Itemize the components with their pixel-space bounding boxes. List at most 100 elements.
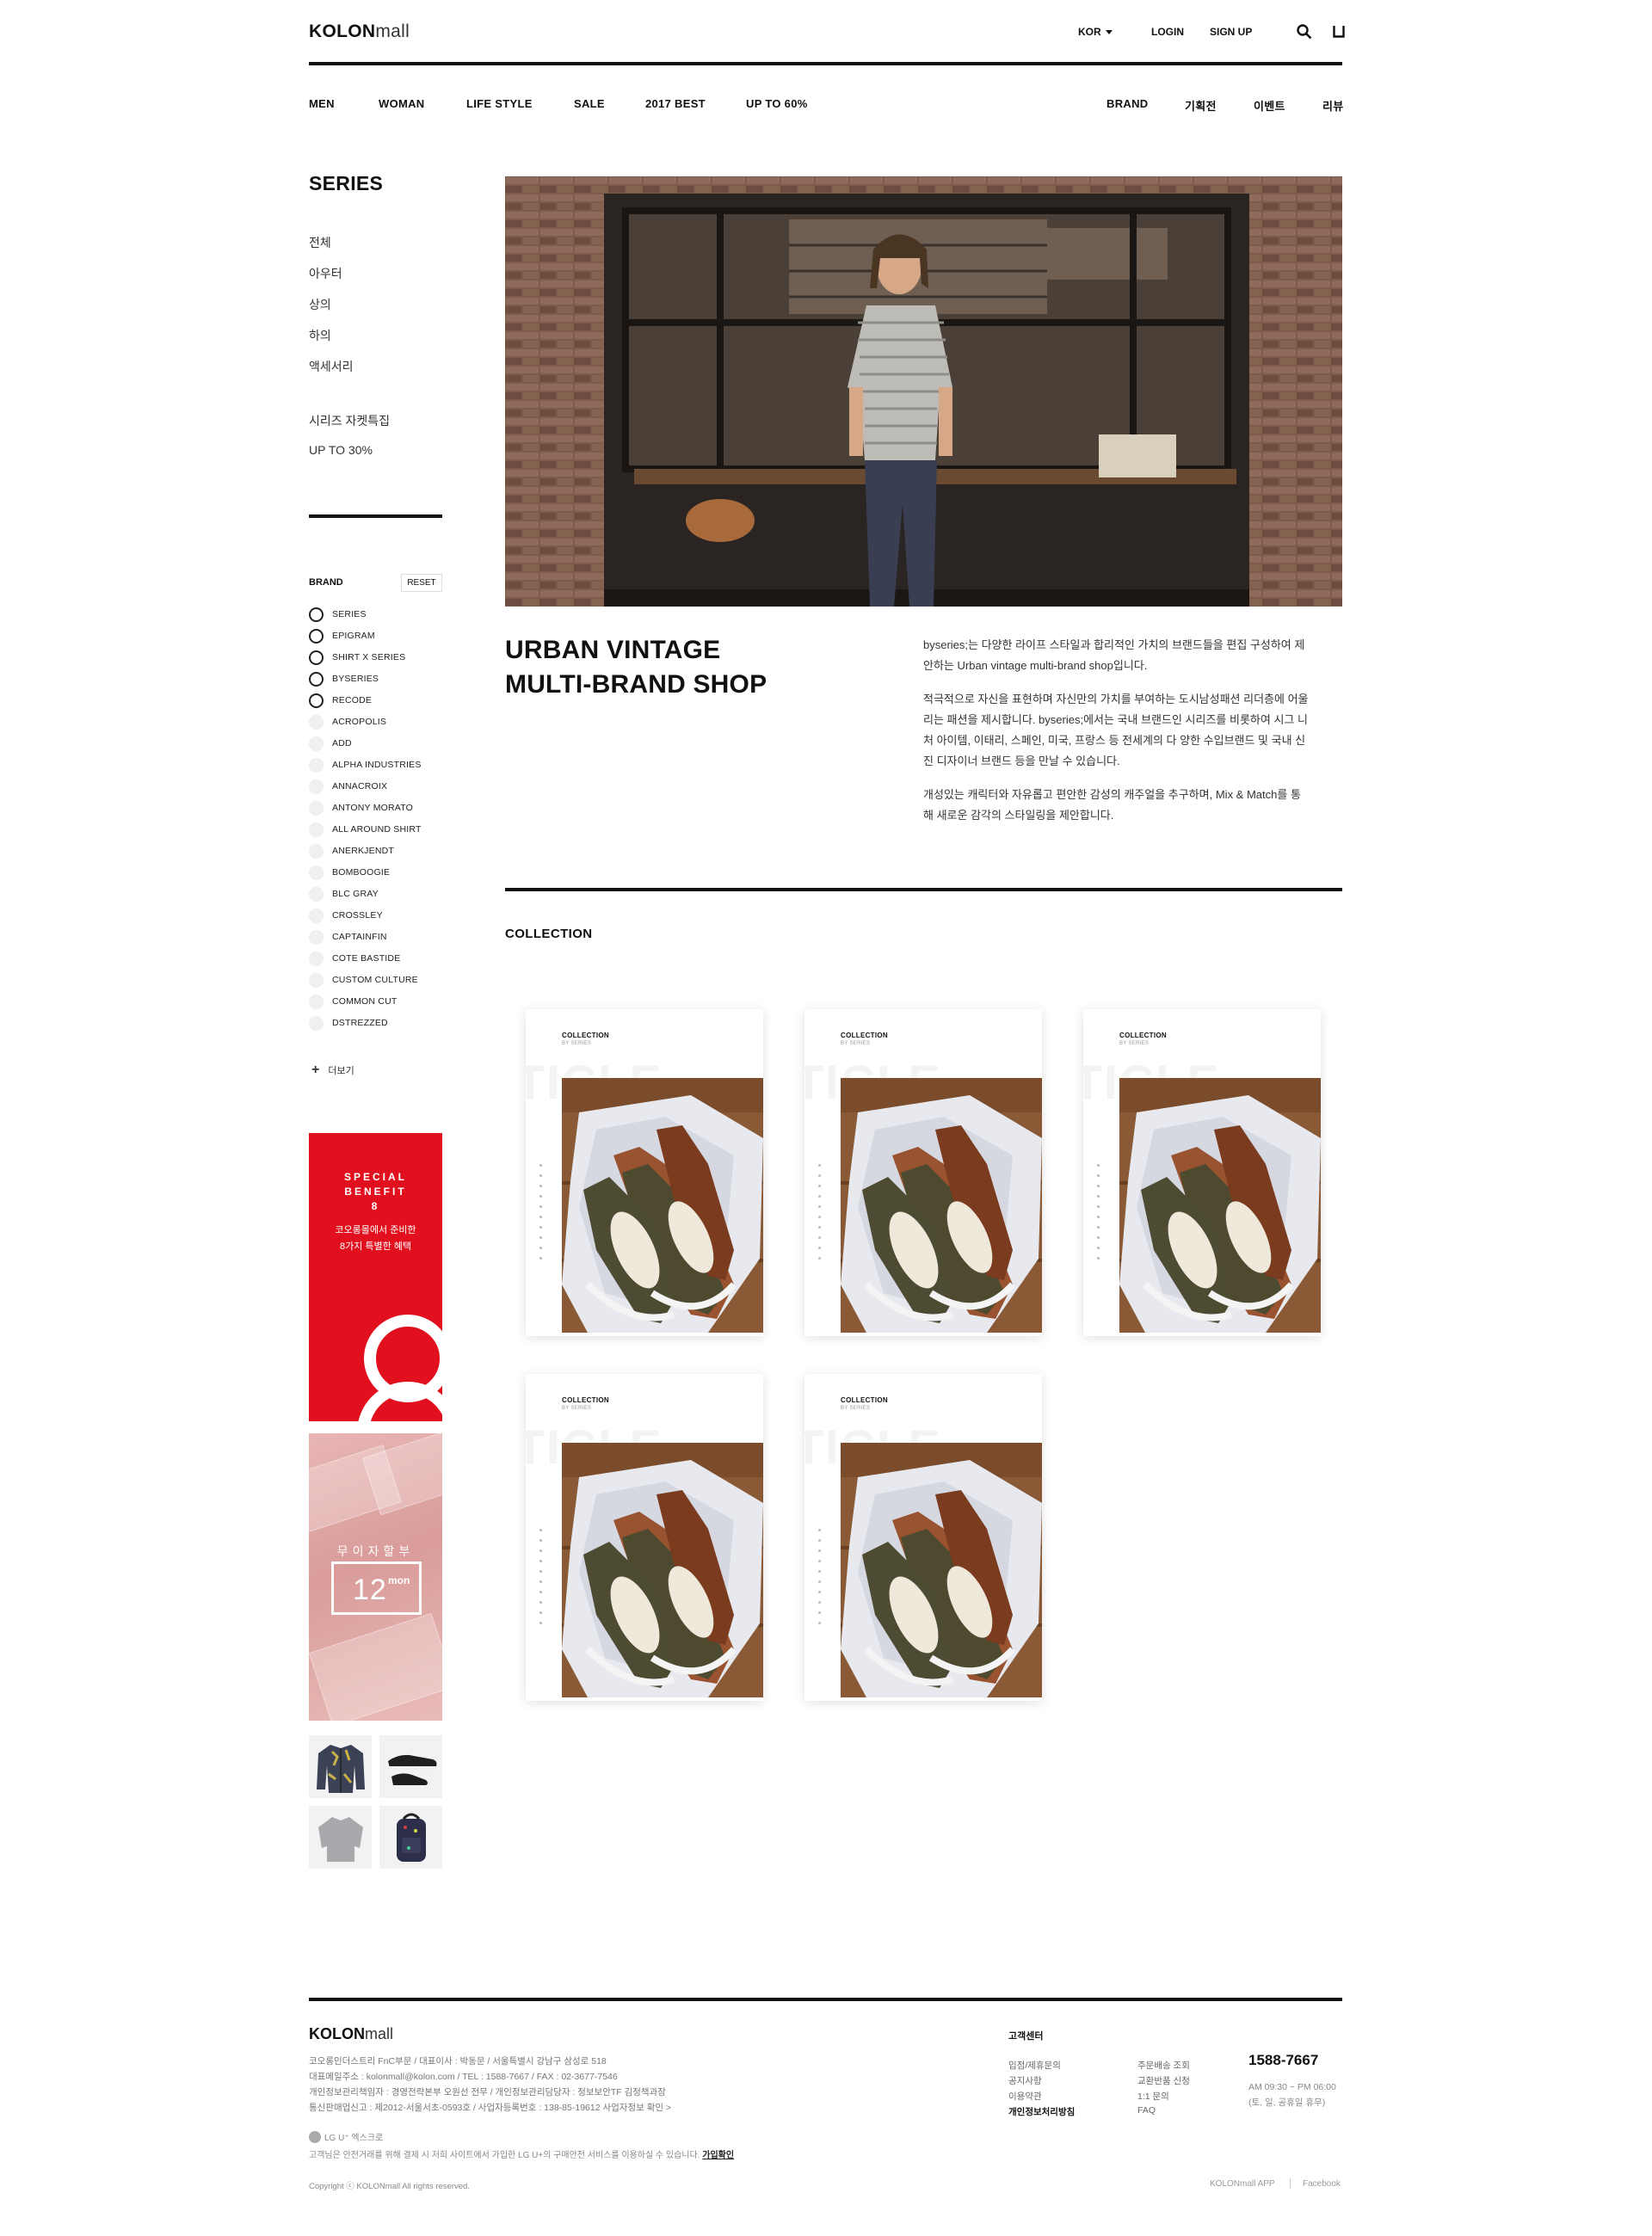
site-logo[interactable]: KOLONmall [309, 22, 410, 42]
nav-men[interactable]: MEN [309, 97, 335, 110]
brand-option[interactable]: COMMON CUT [309, 994, 398, 1009]
brand-option-label: COMMON CUT [332, 996, 398, 1007]
sidebar-jacket-special[interactable]: 시리즈 자켓특집 [309, 412, 390, 429]
headline-line-2: MULTI-BRAND SHOP [505, 670, 767, 699]
radio-icon[interactable] [309, 822, 324, 837]
footer-link-terms[interactable]: 이용약관 [1008, 2090, 1042, 2103]
brand-option[interactable]: ACROPOLIS [309, 714, 386, 730]
brand-option[interactable]: SHIRT X SERIES [309, 650, 405, 665]
radio-icon[interactable] [309, 736, 324, 751]
brand-option[interactable]: CAPTAINFIN [309, 929, 387, 945]
thumb-jacket[interactable] [309, 1735, 372, 1798]
brand-option[interactable]: DSTREZZED [309, 1015, 388, 1031]
reset-button[interactable]: RESET [401, 574, 442, 592]
special-benefit-banner[interactable]: SPECIAL BENEFIT 8 코오롱몰에서 준비한 8가지 특별한 혜택 [309, 1133, 442, 1421]
bag-icon[interactable] [1333, 25, 1345, 38]
thumb-sweatshirt[interactable] [309, 1806, 372, 1869]
radio-icon[interactable] [309, 908, 324, 923]
collection-card[interactable]: TICLECOLLECTIONBY SERIES [804, 1374, 1042, 1701]
login-link[interactable]: LOGIN [1151, 26, 1184, 38]
nav-woman[interactable]: WOMAN [379, 97, 425, 110]
radio-icon[interactable] [309, 929, 324, 945]
brand-option[interactable]: CUSTOM CULTURE [309, 972, 418, 988]
nav-brand[interactable]: BRAND [1106, 97, 1148, 110]
collection-card[interactable]: TICLECOLLECTIONBY SERIES [1083, 1009, 1321, 1336]
footer-link-partnership[interactable]: 입점/제휴문의 [1008, 2059, 1061, 2072]
footer-separator [1290, 2178, 1291, 2189]
installment-banner[interactable]: 무이자할부 12 mon [309, 1433, 442, 1721]
category-top[interactable]: 상의 [309, 296, 331, 313]
brand-option[interactable]: BOMBOOGIE [309, 865, 390, 880]
brand-option-label: SERIES [332, 609, 367, 619]
radio-icon[interactable] [309, 972, 324, 988]
brand-option-label: RECODE [332, 695, 373, 705]
footer-facebook-link[interactable]: Facebook [1303, 2179, 1341, 2189]
collection-card[interactable]: TICLECOLLECTIONBY SERIES [526, 1009, 763, 1336]
brand-option[interactable]: ALL AROUND SHIRT [309, 822, 422, 837]
installment-number: 12 [353, 1574, 387, 1606]
search-icon[interactable] [1297, 24, 1312, 40]
radio-icon[interactable] [309, 671, 324, 687]
radio-icon[interactable] [309, 714, 324, 730]
collection-card[interactable]: TICLECOLLECTIONBY SERIES [804, 1009, 1042, 1336]
nav-lifestyle[interactable]: LIFE STYLE [466, 97, 533, 110]
language-select[interactable]: KOR [1078, 26, 1113, 38]
signup-link[interactable]: SIGN UP [1210, 26, 1252, 38]
brand-option[interactable]: EPIGRAM [309, 628, 375, 644]
more-button[interactable]: + 더보기 [311, 1063, 354, 1078]
brand-option[interactable]: ADD [309, 736, 352, 751]
category-accessory[interactable]: 액세서리 [309, 358, 354, 375]
lg-escrow-check-link[interactable]: 가입확인 [702, 2151, 734, 2160]
footer-link-return[interactable]: 교환반품 신청 [1137, 2074, 1190, 2087]
brand-option[interactable]: ALPHA INDUSTRIES [309, 757, 422, 773]
radio-icon[interactable] [309, 650, 324, 665]
brand-option[interactable]: SERIES [309, 607, 367, 622]
footer-divider [309, 1998, 1342, 2001]
brand-option[interactable]: BLC GRAY [309, 886, 379, 902]
logo-light: mall [375, 22, 410, 41]
nav-reviews[interactable]: 리뷰 [1322, 97, 1344, 114]
brand-option[interactable]: CROSSLEY [309, 908, 383, 923]
footer-app-link[interactable]: KOLONmall APP [1210, 2179, 1275, 2189]
footer-link-notice[interactable]: 공지사항 [1008, 2074, 1042, 2087]
radio-icon[interactable] [309, 1015, 324, 1031]
category-bottom[interactable]: 하의 [309, 327, 331, 344]
nav-events[interactable]: 이벤트 [1254, 97, 1285, 114]
card-shoes-image [562, 1078, 763, 1333]
thumb-sneakers[interactable] [379, 1735, 442, 1798]
brand-option[interactable]: ANNACROIX [309, 779, 387, 794]
radio-icon[interactable] [309, 757, 324, 773]
category-all[interactable]: 전체 [309, 234, 331, 251]
nav-up-to-60[interactable]: UP TO 60% [746, 97, 808, 110]
category-outer[interactable]: 아우터 [309, 265, 342, 282]
lg-escrow-description: 고객님은 안전거래를 위해 결제 시 저희 사이트에서 가입한 LG U+의 구… [309, 2151, 700, 2160]
brand-option[interactable]: ANTONY MORATO [309, 800, 413, 816]
brand-option[interactable]: COTE BASTIDE [309, 951, 400, 966]
footer-link-inquiry[interactable]: 1:1 문의 [1137, 2090, 1169, 2103]
footer-logo[interactable]: KOLONmall [309, 2025, 393, 2043]
nav-sale[interactable]: SALE [574, 97, 605, 110]
radio-icon[interactable] [309, 886, 324, 902]
radio-icon[interactable] [309, 951, 324, 966]
brand-option[interactable]: BYSERIES [309, 671, 379, 687]
sidebar-up-to-30[interactable]: UP TO 30% [309, 443, 373, 457]
nav-exhibitions[interactable]: 기획전 [1185, 97, 1217, 114]
brand-option-label: BOMBOOGIE [332, 867, 391, 878]
radio-icon[interactable] [309, 994, 324, 1009]
card-dots [1097, 1164, 1100, 1267]
radio-icon[interactable] [309, 693, 324, 708]
nav-2017-best[interactable]: 2017 BEST [645, 97, 706, 110]
brand-option[interactable]: RECODE [309, 693, 372, 708]
radio-icon[interactable] [309, 843, 324, 859]
radio-icon[interactable] [309, 628, 324, 644]
footer-link-faq[interactable]: FAQ [1137, 2105, 1156, 2116]
radio-icon[interactable] [309, 865, 324, 880]
footer-link-privacy[interactable]: 개인정보처리방침 [1008, 2105, 1075, 2118]
footer-link-order-track[interactable]: 주문배송 조회 [1137, 2059, 1190, 2072]
collection-card[interactable]: TICLECOLLECTIONBY SERIES [526, 1374, 763, 1701]
brand-option[interactable]: ANERKJENDT [309, 843, 394, 859]
radio-icon[interactable] [309, 800, 324, 816]
radio-icon[interactable] [309, 607, 324, 622]
radio-icon[interactable] [309, 779, 324, 794]
thumb-backpack[interactable] [379, 1806, 442, 1869]
